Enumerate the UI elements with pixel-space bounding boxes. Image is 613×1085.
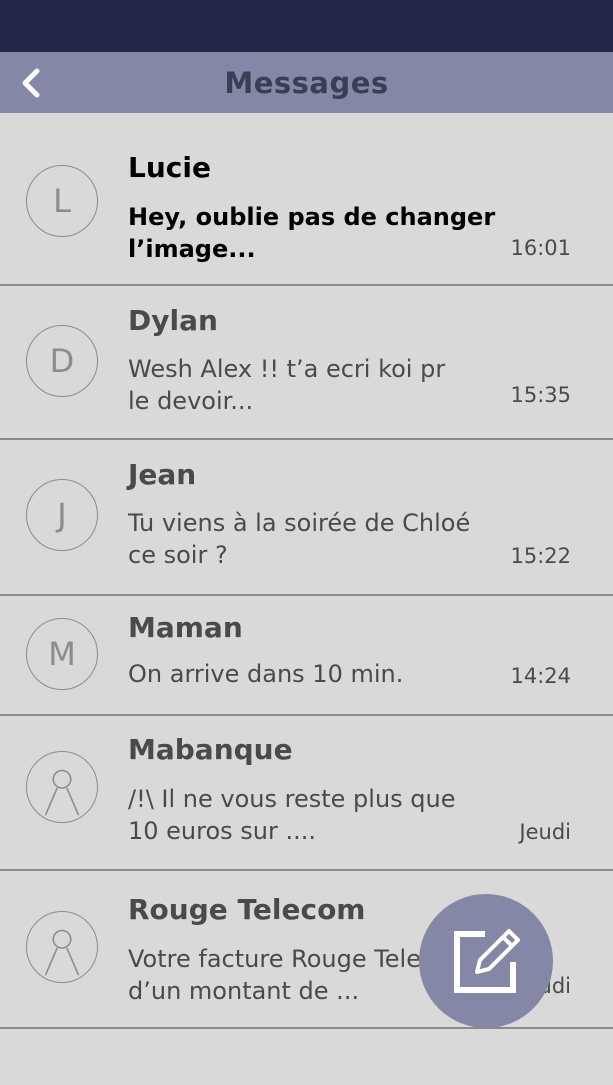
message-time: 16:01 [510,236,571,260]
status-bar [0,0,613,52]
app-header: Messages [0,52,613,113]
message-preview: /!\ Il ne vous reste plus que 10 euros s… [128,785,456,845]
message-preview: Hey, oublie pas de changer l’image... [128,203,496,263]
message-time: 14:24 [510,664,571,688]
conversation-row-mabanque[interactable]: Mabanque /!\ Il ne vous reste plus que 1… [0,716,613,871]
avatar-initial: D [49,342,75,380]
contact-name: Lucie [128,151,211,184]
avatar-initial: J [57,496,67,534]
message-preview: On arrive dans 10 min. [128,660,404,688]
contact-name: Mabanque [128,733,293,766]
avatar-initial: L [53,182,71,220]
contact-name: Maman [128,611,243,644]
avatar [26,911,98,983]
back-button[interactable] [14,64,48,102]
message-time: Jeudi [519,820,571,844]
avatar: J [26,479,98,551]
avatar: M [26,618,98,690]
contact-name: Rouge Telecom [128,893,366,926]
avatar [26,751,98,823]
contact-name: Dylan [128,304,218,337]
conversation-row-dylan[interactable]: D Dylan Wesh Alex !! t’a ecri koi pr le … [0,286,613,440]
avatar-initial: M [48,635,76,673]
conversation-row-maman[interactable]: M Maman On arrive dans 10 min. 14:24 [0,596,613,716]
message-time: 15:22 [510,544,571,568]
contact-name: Jean [128,458,197,491]
avatar: D [26,325,98,397]
compose-button[interactable] [419,894,553,1028]
chevron-left-icon [22,68,40,98]
message-preview: Wesh Alex !! t’a ecri koi pr le devoir..… [128,355,446,415]
conversation-row-lucie[interactable]: L Lucie Hey, oublie pas de changer l’ima… [0,113,613,286]
person-icon [44,929,80,976]
message-time: 15:35 [510,383,571,407]
avatar: L [26,165,98,237]
conversation-row-jean[interactable]: J Jean Tu viens à la soirée de Chloé ce … [0,440,613,596]
message-preview: Tu viens à la soirée de Chloé ce soir ? [128,509,471,569]
page-title: Messages [224,65,389,100]
compose-icon [454,929,520,993]
person-icon [44,769,80,816]
